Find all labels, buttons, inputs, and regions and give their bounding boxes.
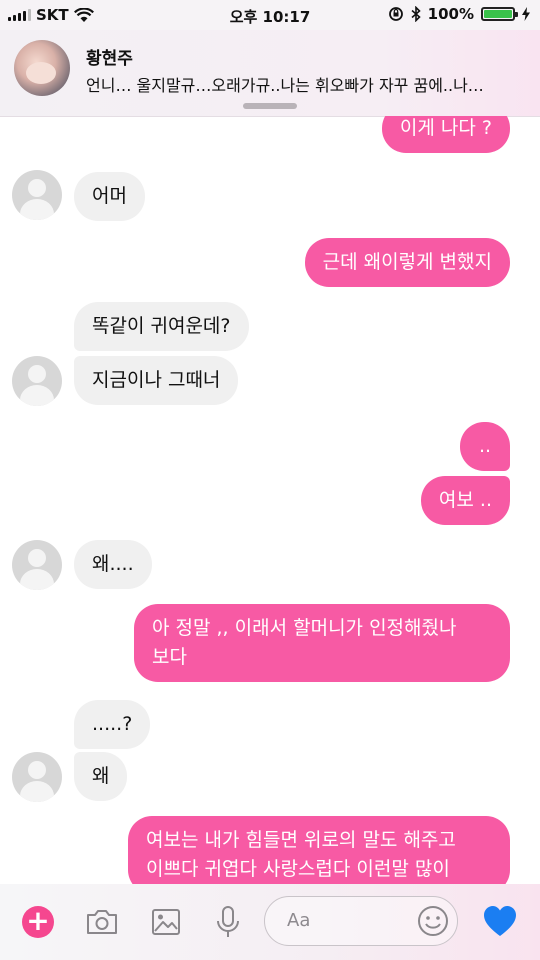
message-bubble-incoming[interactable]: 똑같이 귀여운데? [74, 302, 249, 351]
orientation-lock-icon [388, 7, 403, 21]
microphone-icon[interactable] [210, 904, 246, 940]
heart-icon[interactable] [482, 904, 518, 940]
battery-percent: 100% [427, 5, 474, 23]
contact-avatar[interactable] [12, 356, 62, 406]
battery-fill [484, 10, 512, 18]
message-input-placeholder: Aa [287, 910, 311, 931]
message-bubble-outgoing[interactable]: .. [460, 422, 510, 471]
message-preview: 언니… 울지말규…오래가규..나는 휘오빠가 자꾸 꿈에..나… [86, 76, 484, 95]
message-bubble-incoming[interactable]: .....? [74, 700, 151, 749]
status-bar: SKT 오후 10:17 100% [0, 0, 540, 30]
banner-drag-handle[interactable] [243, 103, 297, 109]
emoji-icon[interactable] [415, 903, 451, 939]
message-bubble-outgoing[interactable]: 근데 왜이렇게 변했지 [304, 238, 510, 287]
message-bubble-outgoing[interactable]: 여보는 내가 힘들면 위로의 말도 해주고 이쁘다 귀엽다 사랑스럽다 이런말 … [128, 816, 510, 884]
message-bubble-outgoing[interactable]: 여보 .. [420, 476, 510, 525]
message-input[interactable]: Aa [264, 896, 458, 946]
message-bubble-outgoing[interactable]: 이게 나다 ? [381, 116, 510, 153]
sender-name: 황현주 [86, 49, 133, 69]
chat-thread[interactable]: 이게 나다 ? 어머 근데 왜이렇게 변했지 똑같이 귀여운데? 지금이나 그때… [0, 116, 540, 884]
message-notification-banner[interactable]: 황현주 언니… 울지말규…오래가규..나는 휘오빠가 자꾸 꿈에..나… [0, 30, 540, 117]
sender-avatar [14, 40, 70, 96]
gallery-icon[interactable] [148, 904, 184, 940]
contact-avatar[interactable] [12, 170, 62, 220]
plus-icon[interactable]: + [22, 906, 54, 938]
contact-avatar[interactable] [12, 752, 62, 802]
message-bubble-incoming[interactable]: 왜 [74, 752, 128, 801]
message-bubble-outgoing[interactable]: 아 정말 ,, 이래서 할머니가 인정해줬나 보다 [134, 604, 510, 682]
charging-icon [522, 7, 530, 21]
camera-icon[interactable] [84, 904, 120, 940]
contact-avatar[interactable] [12, 540, 62, 590]
battery-icon [481, 7, 518, 21]
message-bubble-incoming[interactable]: 어머 [74, 172, 145, 221]
bluetooth-icon [411, 6, 421, 22]
message-bubble-incoming[interactable]: 지금이나 그때너 [74, 356, 239, 405]
status-right: 100% [388, 5, 530, 23]
message-bubble-incoming[interactable]: 왜.... [74, 540, 152, 589]
composer-bar: + Aa [0, 884, 540, 960]
